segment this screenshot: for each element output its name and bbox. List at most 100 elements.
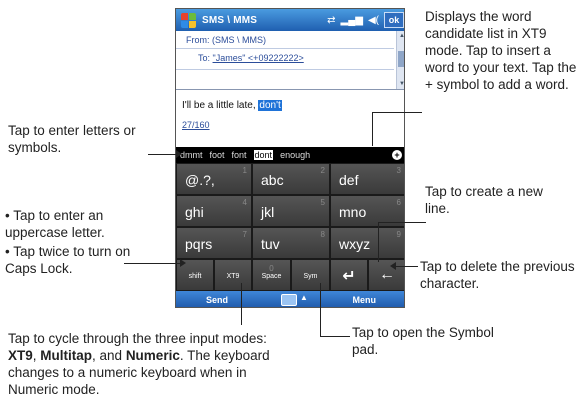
key-symbols[interactable]: @.?, 1: [176, 163, 252, 195]
key-label: wxyz: [339, 236, 371, 252]
enter-key[interactable]: ↵: [330, 259, 368, 291]
callout-uppercase-line1: • Tap to enter an uppercase letter.: [5, 208, 105, 240]
candidate-bar: dmmt foot font dont enough +: [176, 147, 404, 163]
backspace-icon: ←: [379, 266, 395, 283]
callout-separator: , and: [92, 348, 126, 363]
from-row: From: (SMS \ MMS): [186, 35, 266, 45]
candidate-word[interactable]: font: [232, 150, 247, 160]
from-label: From:: [186, 35, 210, 45]
key-number: 7: [242, 230, 247, 239]
callout-symbol-pad: Tap to open the Symbol pad.: [352, 325, 494, 357]
callout-text: Tap to cycle through the three input mod…: [8, 331, 267, 346]
key-number: 9: [396, 230, 401, 239]
scrollbar[interactable]: ▲ ▼: [396, 31, 404, 89]
softkey-bar: Send ▲ Menu: [176, 291, 404, 307]
to-row: To: "James" <+09222222>: [198, 53, 304, 63]
leader-line: [378, 222, 379, 262]
char-count: 27/160: [182, 120, 210, 130]
title-bar: SMS \ MMS ⇄ ▂▄▆ ◀( ok: [176, 9, 404, 31]
leader-line: [124, 263, 182, 264]
message-body[interactable]: I'll be a little late, don't: [182, 100, 282, 111]
ok-button[interactable]: ok: [384, 12, 404, 28]
backspace-key[interactable]: ←: [368, 259, 404, 291]
key-label: abc: [261, 172, 284, 188]
mode-numeric: Numeric: [125, 348, 180, 363]
candidate-word-selected[interactable]: dont: [253, 150, 274, 160]
mode-xt9: XT9: [8, 348, 33, 363]
arrow-icon: [390, 262, 396, 270]
scroll-thumb[interactable]: [398, 51, 404, 67]
key-tuv[interactable]: tuv 8: [252, 227, 330, 259]
leader-line: [320, 336, 350, 337]
key-label: jkl: [261, 204, 275, 220]
key-pqrs[interactable]: pqrs 7: [176, 227, 252, 259]
key-label: def: [339, 172, 359, 188]
key-label: Space: [261, 273, 282, 280]
callout-uppercase: • Tap to enter an uppercase letter. • Ta…: [5, 207, 165, 277]
divider: [176, 89, 404, 90]
key-label: pqrs: [185, 236, 213, 252]
leader-line: [396, 266, 418, 267]
sym-key[interactable]: Sym: [291, 259, 330, 291]
candidate-word[interactable]: foot: [210, 150, 225, 160]
key-label: @.?,: [185, 172, 215, 188]
key-ghi[interactable]: ghi 4: [176, 195, 252, 227]
arrow-icon: [176, 150, 182, 158]
to-field[interactable]: "James" <+09222222>: [213, 53, 304, 63]
menu-softkey[interactable]: Menu: [353, 295, 377, 305]
leader-line: [241, 283, 242, 325]
mode-multitap: Multitap: [40, 348, 93, 363]
keyboard-icon[interactable]: [281, 294, 297, 306]
enter-icon: ↵: [342, 268, 356, 285]
signal-icon[interactable]: ▂▄▆: [341, 15, 363, 26]
leader-line: [148, 154, 178, 155]
key-abc[interactable]: abc 2: [252, 163, 330, 195]
key-wxyz[interactable]: wxyz 9: [330, 227, 404, 259]
key-number: 8: [320, 230, 325, 239]
key-number: 1: [242, 166, 247, 175]
scroll-up-icon[interactable]: ▲: [398, 32, 404, 40]
message-text: I'll be a little late,: [182, 100, 259, 111]
leader-line: [372, 112, 373, 146]
divider: [176, 69, 394, 70]
sync-icon[interactable]: ⇄: [327, 15, 335, 26]
key-def[interactable]: def 3: [330, 163, 404, 195]
key-number: 2: [320, 166, 325, 175]
scroll-down-icon[interactable]: ▼: [398, 80, 404, 88]
callout-cycle-modes: Tap to cycle through the three input mod…: [8, 330, 293, 398]
callout-new-line: Tap to create a new line.: [425, 184, 543, 216]
space-key[interactable]: 0 Space: [252, 259, 291, 291]
send-softkey[interactable]: Send: [206, 295, 228, 305]
callout-candidate-list: Displays the word candidate list in XT9 …: [425, 9, 577, 92]
callout-uppercase-line2: • Tap twice to turn on Caps Lock.: [5, 244, 131, 276]
key-label: tuv: [261, 236, 280, 252]
leader-line: [372, 112, 422, 113]
key-label: mno: [339, 204, 367, 220]
windows-start-icon[interactable]: [180, 11, 198, 29]
key-number: 5: [320, 198, 325, 207]
key-number: 3: [396, 166, 401, 175]
message-editor: From: (SMS \ MMS) To: "James" <+09222222…: [176, 31, 404, 147]
key-label: Sym: [303, 273, 318, 280]
callout-delete-char: Tap to delete the previous character.: [420, 259, 575, 291]
xt9-mode-key[interactable]: XT9: [214, 259, 252, 291]
key-number: 0: [269, 264, 274, 273]
leader-line: [320, 283, 321, 337]
from-value: (SMS \ MMS): [212, 35, 267, 45]
add-word-button[interactable]: +: [392, 150, 402, 160]
arrow-icon: [180, 259, 186, 267]
key-number: 6: [396, 198, 401, 207]
candidate-word[interactable]: dmmt: [180, 150, 203, 160]
key-number: 4: [242, 198, 247, 207]
key-label: XT9: [226, 273, 240, 280]
candidate-word[interactable]: enough: [280, 150, 310, 160]
key-jkl[interactable]: jkl 5: [252, 195, 330, 227]
volume-icon[interactable]: ◀(: [368, 15, 379, 26]
phone-screen: SMS \ MMS ⇄ ▂▄▆ ◀( ok From: (SMS \ MMS) …: [175, 8, 405, 308]
to-label: To:: [198, 53, 211, 63]
selected-word: don't: [258, 100, 282, 111]
key-label: shift: [188, 273, 202, 280]
xt9-keyboard: @.?, 1 abc 2 def 3 ghi 4 jkl 5 mno 6 pqr…: [176, 163, 404, 291]
chevron-up-icon[interactable]: ▲: [300, 293, 308, 302]
divider: [176, 48, 394, 49]
